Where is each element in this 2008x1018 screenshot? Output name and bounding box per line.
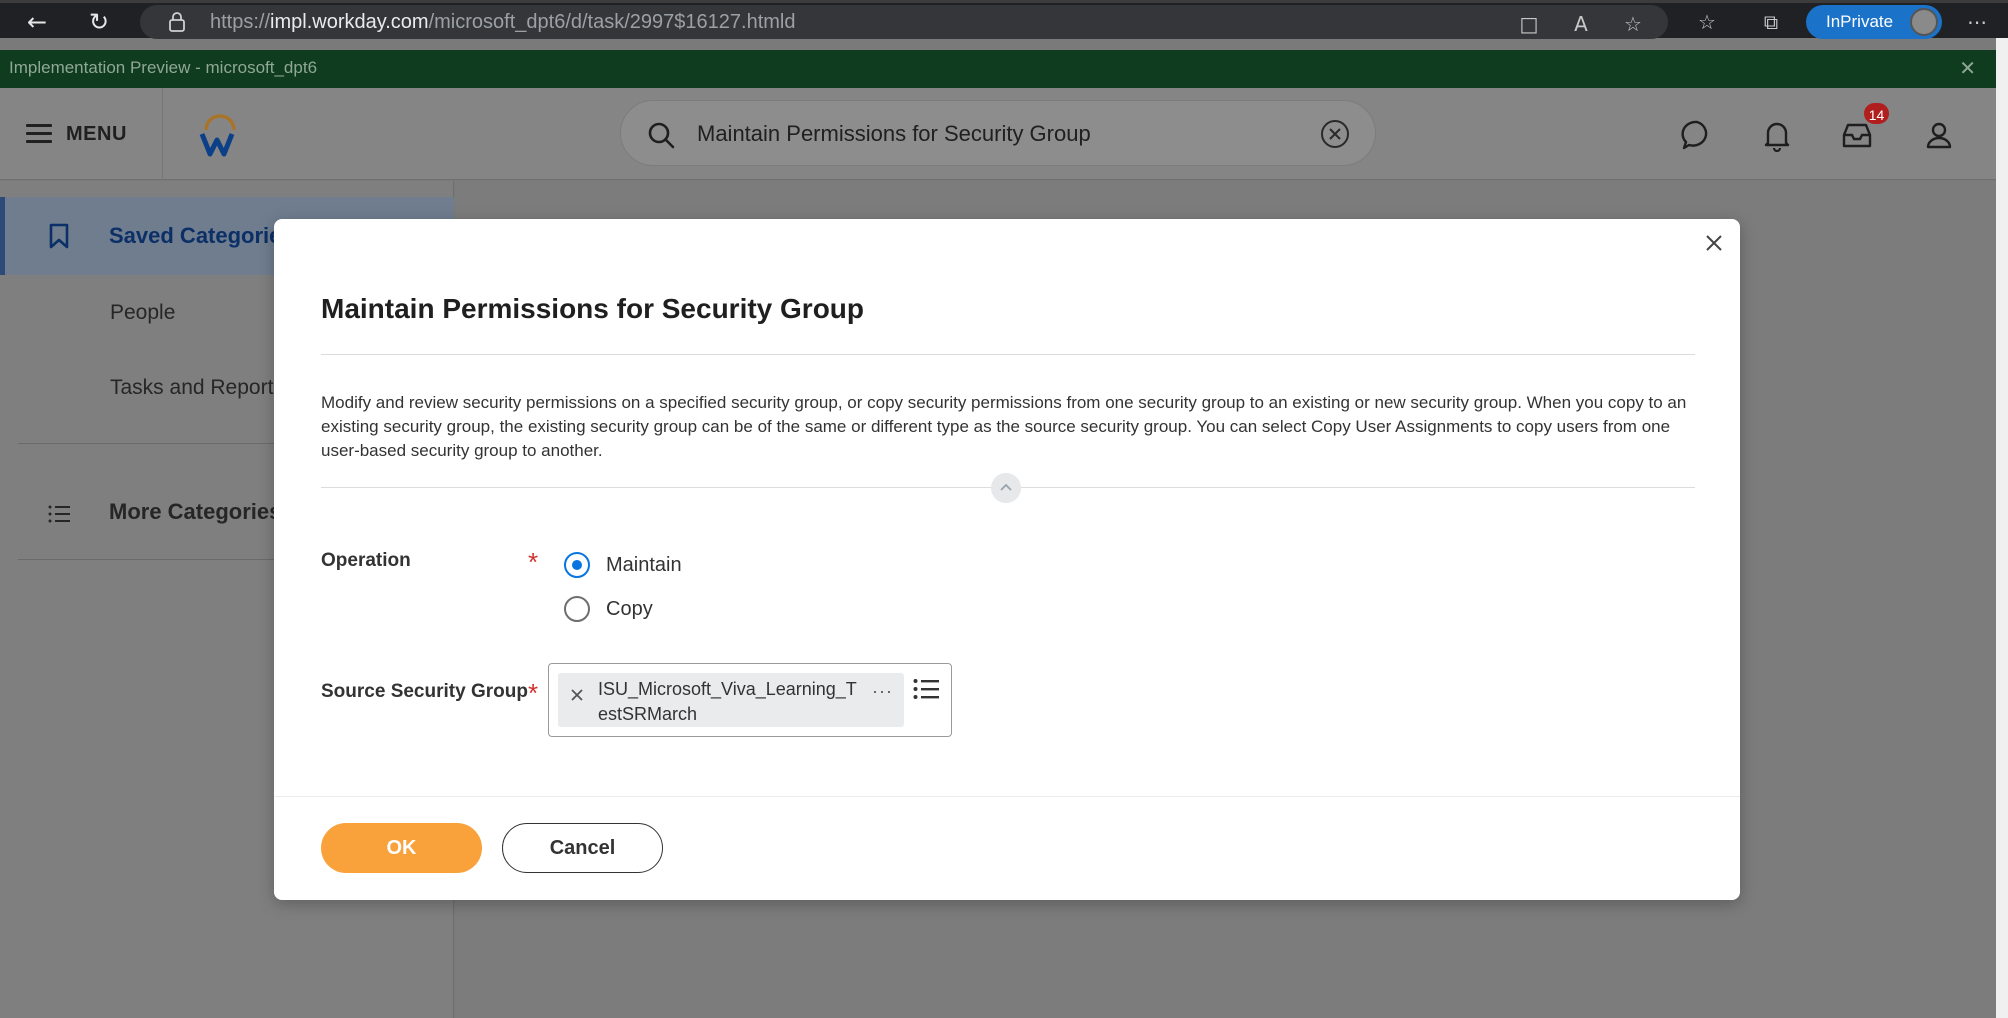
remove-selection-icon[interactable] xyxy=(570,688,584,702)
inbox-count-badge: 14 xyxy=(1862,101,1891,126)
menu-button[interactable]: MENU xyxy=(26,118,127,150)
selected-security-group-text: ISU_Microsoft_Viva_Learning_TestSRMarch xyxy=(598,679,857,724)
address-bar[interactable]: https://impl.workday.com/microsoft_dpt6/… xyxy=(140,5,1668,39)
search-icon xyxy=(648,122,675,149)
sidebar-item-tasks-reports[interactable]: Tasks and Reports xyxy=(110,376,284,400)
banner-close-icon[interactable]: ✕ xyxy=(1959,56,1976,81)
required-indicator: * xyxy=(528,678,539,708)
dialog-description: Modify and review security permissions o… xyxy=(321,393,1687,460)
preview-banner-text: Implementation Preview - microsoft_dpt6 xyxy=(9,58,318,77)
browser-toolbar: ← ↻ https://impl.workday.com/microsoft_d… xyxy=(0,0,2008,39)
required-indicator: * xyxy=(528,547,539,577)
selected-security-group-pill[interactable]: ISU_Microsoft_Viva_Learning_TestSRMarch … xyxy=(558,673,904,727)
notifications-bell-icon[interactable] xyxy=(1760,118,1794,152)
inprivate-label: InPrivate xyxy=(1826,12,1894,31)
add-favorite-icon[interactable]: ☆ xyxy=(1620,11,1646,37)
lock-icon xyxy=(169,12,185,32)
more-categories-label: More Categories xyxy=(109,499,282,524)
cancel-button[interactable]: Cancel xyxy=(502,823,663,873)
profile-avatar xyxy=(1910,8,1938,36)
more-options-icon[interactable]: ⋯ xyxy=(1964,9,1990,35)
copy-radio[interactable] xyxy=(564,596,590,622)
hamburger-icon xyxy=(26,124,52,144)
clear-search-icon[interactable] xyxy=(1319,118,1351,150)
header-divider xyxy=(162,88,163,180)
read-aloud-icon[interactable]: A xyxy=(1568,11,1594,37)
collections-icon[interactable]: ⧉ xyxy=(1758,9,1784,35)
operation-option-maintain[interactable]: Maintain xyxy=(564,550,682,580)
inprivate-button[interactable]: InPrivate xyxy=(1806,5,1942,39)
source-security-group-label: Source Security Group xyxy=(321,681,528,702)
search-bar[interactable] xyxy=(620,100,1376,166)
title-divider xyxy=(321,354,1695,355)
favorites-icon[interactable]: ☆ xyxy=(1694,9,1720,35)
operation-option-copy[interactable]: Copy xyxy=(564,594,653,624)
page-scrollbar[interactable] xyxy=(1996,38,2008,1018)
related-actions-icon[interactable]: ··· xyxy=(872,681,893,702)
sidebar-item-people[interactable]: People xyxy=(110,301,175,325)
collapse-chevron-up-icon[interactable] xyxy=(991,473,1021,503)
maintain-radio-label: Maintain xyxy=(606,553,682,576)
source-security-group-prompt[interactable]: ISU_Microsoft_Viva_Learning_TestSRMarch … xyxy=(548,663,952,737)
app-available-icon[interactable]: □ xyxy=(1516,11,1542,37)
maintain-radio[interactable] xyxy=(564,552,590,578)
close-icon[interactable] xyxy=(1702,231,1726,255)
dialog-title: Maintain Permissions for Security Group xyxy=(321,293,865,324)
chat-icon[interactable] xyxy=(1680,118,1714,152)
list-icon xyxy=(48,505,70,523)
workday-logo[interactable] xyxy=(198,112,242,158)
bookmark-icon xyxy=(49,223,69,249)
footer-divider xyxy=(274,796,1740,797)
url-text: https://impl.workday.com/microsoft_dpt6/… xyxy=(210,11,796,33)
menu-label: MENU xyxy=(66,122,127,145)
preview-banner: Implementation Preview - microsoft_dpt6 … xyxy=(0,50,1996,88)
operation-label: Operation xyxy=(321,550,411,571)
copy-radio-label: Copy xyxy=(606,597,653,620)
sidebar-item-label: Saved Categories xyxy=(109,223,294,248)
profile-icon[interactable] xyxy=(1922,118,1956,152)
app-header: MENU 14 xyxy=(0,88,1996,180)
search-input[interactable] xyxy=(697,119,1297,149)
maintain-permissions-dialog: Maintain Permissions for Security Group … xyxy=(274,219,1740,900)
back-arrow-icon[interactable]: ← xyxy=(22,8,52,36)
refresh-icon[interactable]: ↻ xyxy=(84,8,114,36)
prompt-list-icon[interactable] xyxy=(913,678,939,700)
ok-button[interactable]: OK xyxy=(321,823,482,873)
